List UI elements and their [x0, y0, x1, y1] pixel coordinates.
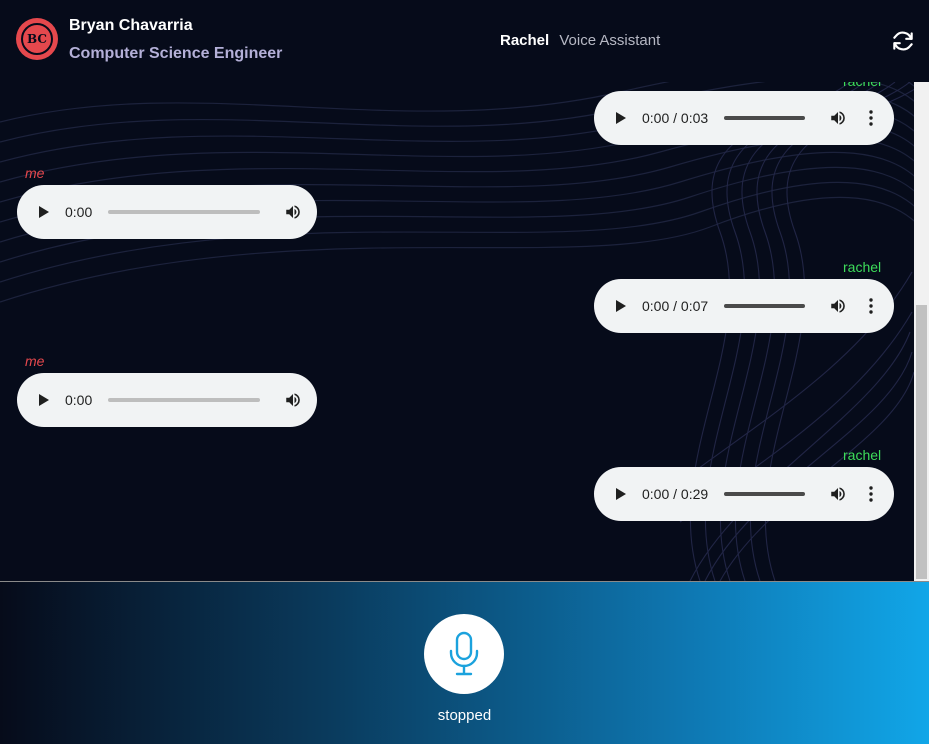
sender-label-me: me — [25, 165, 45, 181]
play-icon[interactable] — [616, 300, 626, 312]
audio-progress-track[interactable] — [724, 304, 806, 308]
sender-label-rachel: rachel — [843, 259, 882, 275]
brand-subtitle: Voice Assistant — [559, 32, 661, 49]
audio-time: 0:00 / 0:29 — [642, 486, 709, 502]
user-title: Computer Science Engineer — [69, 45, 283, 62]
microphone-button[interactable] — [424, 614, 504, 694]
volume-icon[interactable] — [284, 203, 302, 221]
volume-icon[interactable] — [829, 297, 847, 315]
microphone-icon — [449, 631, 479, 676]
user-name: Bryan Chavarria — [69, 17, 193, 34]
logo: BC — [16, 18, 58, 60]
audio-time: 0:00 / 0:07 — [642, 298, 709, 314]
volume-icon[interactable] — [829, 485, 847, 503]
more-options-icon[interactable] — [869, 486, 873, 502]
brand: Rachel Voice Assistant — [500, 32, 660, 49]
footer: stopped — [0, 581, 929, 744]
audio-player[interactable]: 0:00 — [17, 185, 317, 239]
audio-progress-track[interactable] — [108, 398, 261, 402]
audio-progress-track[interactable] — [724, 116, 806, 120]
refresh-icon[interactable] — [890, 28, 916, 54]
audio-progress-track[interactable] — [108, 210, 261, 214]
audio-time: 0:00 / 0:03 — [642, 110, 709, 126]
play-icon[interactable] — [616, 112, 626, 124]
volume-icon[interactable] — [829, 109, 847, 127]
sender-label-rachel: rachel — [843, 82, 881, 89]
audio-player[interactable]: 0:00 / 0:03 — [594, 91, 894, 145]
more-options-icon[interactable] — [869, 298, 873, 314]
play-icon[interactable] — [616, 488, 626, 500]
audio-player[interactable]: 0:00 / 0:07 — [594, 279, 894, 333]
audio-time: 0:00 — [65, 392, 93, 408]
audio-progress-track[interactable] — [724, 492, 806, 496]
audio-player[interactable]: 0:00 / 0:29 — [594, 467, 894, 521]
chat-scrollbar-thumb[interactable] — [916, 305, 927, 579]
logo-text: BC — [21, 23, 53, 55]
brand-name: Rachel — [500, 32, 550, 49]
sender-label-me: me — [25, 353, 45, 369]
play-icon[interactable] — [39, 206, 49, 218]
chat-area: rachel 0:00 / 0:03 me 0:00 rachel 0:00 /… — [0, 82, 929, 581]
sender-label-rachel: rachel — [843, 447, 882, 463]
app-header: BC Bryan Chavarria Computer Science Engi… — [0, 0, 929, 82]
audio-time: 0:00 — [65, 204, 93, 220]
play-icon[interactable] — [39, 394, 49, 406]
recording-status: stopped — [437, 707, 492, 724]
volume-icon[interactable] — [284, 391, 302, 409]
audio-player[interactable]: 0:00 — [17, 373, 317, 427]
more-options-icon[interactable] — [869, 110, 873, 126]
